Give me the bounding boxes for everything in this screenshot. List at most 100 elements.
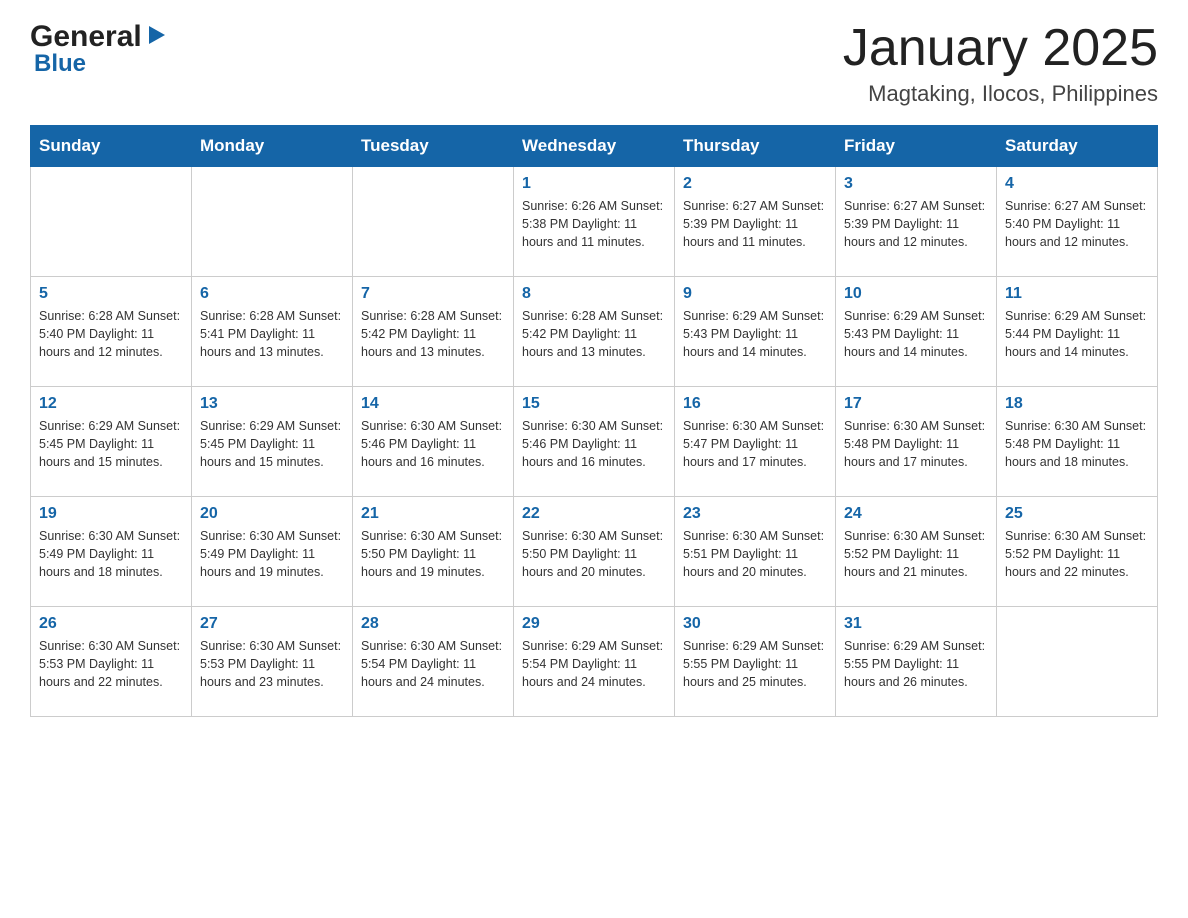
calendar-week-2: 5Sunrise: 6:28 AM Sunset: 5:40 PM Daylig… (31, 277, 1158, 387)
calendar-cell: 16Sunrise: 6:30 AM Sunset: 5:47 PM Dayli… (675, 387, 836, 497)
day-info: Sunrise: 6:30 AM Sunset: 5:46 PM Dayligh… (361, 417, 505, 471)
calendar-cell: 31 Sunrise: 6:29 AM Sunset: 5:55 PM Dayli… (836, 607, 997, 717)
weekday-header-wednesday: Wednesday (514, 126, 675, 167)
day-number: 6 (200, 285, 344, 303)
calendar-cell: 2 Sunrise: 6:27 AM Sunset: 5:39 PM Daylig… (675, 167, 836, 277)
calendar-week-1: 1Sunrise: 6:26 AM Sunset: 5:38 PM Daylig… (31, 167, 1158, 277)
day-info: Sunrise: 6:27 AM Sunset: 5:39 PM Dayligh… (683, 197, 827, 251)
calendar-cell: 26Sunrise: 6:30 AM Sunset: 5:53 PM Dayli… (31, 607, 192, 717)
day-info: Sunrise: 6:28 AM Sunset: 5:42 PM Dayligh… (522, 307, 666, 361)
day-number: 22 (522, 505, 666, 523)
day-info: Sunrise: 6:29 AM Sunset: 5:43 PM Dayligh… (844, 307, 988, 361)
day-number: 20 (200, 505, 344, 523)
day-info: Sunrise: 6:30 AM Sunset: 5:54 PM Dayligh… (361, 637, 505, 691)
calendar-cell: 19 Sunrise: 6:30 AM Sunset: 5:49 PM Dayli… (31, 497, 192, 607)
day-number: 3 (844, 175, 988, 193)
day-number: 29 (522, 615, 666, 633)
calendar-cell: 14 Sunrise: 6:30 AM Sunset: 5:46 PM Dayli… (353, 387, 514, 497)
day-number: 30 (683, 615, 827, 633)
calendar-cell: 12 Sunrise: 6:29 AM Sunset: 5:45 PM Dayli… (31, 387, 192, 497)
calendar-cell: 7 Sunrise: 6:28 AM Sunset: 5:42 PM Daylig… (353, 277, 514, 387)
calendar-cell: 1Sunrise: 6:26 AM Sunset: 5:38 PM Daylig… (514, 167, 675, 277)
day-number: 27 (200, 615, 344, 633)
day-number: 10 (844, 285, 988, 303)
calendar-header-row: SundayMondayTuesdayWednesdayThursdayFrid… (31, 126, 1158, 167)
day-info: Sunrise: 6:30 AM Sunset: 5:48 PM Dayligh… (844, 417, 988, 471)
day-info: Sunrise: 6:28 AM Sunset: 5:42 PM Dayligh… (361, 307, 505, 361)
day-info: Sunrise: 6:30 AM Sunset: 5:50 PM Dayligh… (361, 527, 505, 581)
calendar-week-3: 12 Sunrise: 6:29 AM Sunset: 5:45 PM Dayli… (31, 387, 1158, 497)
calendar-cell (31, 167, 192, 277)
calendar-cell: 30 Sunrise: 6:29 AM Sunset: 5:55 PM Dayli… (675, 607, 836, 717)
month-title: January 2025 (843, 20, 1158, 77)
calendar-cell: 5Sunrise: 6:28 AM Sunset: 5:40 PM Daylig… (31, 277, 192, 387)
calendar-cell: 3 Sunrise: 6:27 AM Sunset: 5:39 PM Daylig… (836, 167, 997, 277)
day-info: Sunrise: 6:30 AM Sunset: 5:52 PM Dayligh… (1005, 527, 1149, 581)
day-info: Sunrise: 6:30 AM Sunset: 5:49 PM Dayligh… (39, 527, 183, 581)
logo-general: General (30, 20, 142, 54)
day-number: 23 (683, 505, 827, 523)
day-number: 9 (683, 285, 827, 303)
day-info: Sunrise: 6:30 AM Sunset: 5:50 PM Dayligh… (522, 527, 666, 581)
calendar-cell: 11Sunrise: 6:29 AM Sunset: 5:44 PM Dayli… (997, 277, 1158, 387)
weekday-header-monday: Monday (192, 126, 353, 167)
calendar-cell: 10 Sunrise: 6:29 AM Sunset: 5:43 PM Dayli… (836, 277, 997, 387)
weekday-header-friday: Friday (836, 126, 997, 167)
day-number: 26 (39, 615, 183, 633)
day-number: 4 (1005, 175, 1149, 193)
calendar-cell: 22 Sunrise: 6:30 AM Sunset: 5:50 PM Dayli… (514, 497, 675, 607)
day-number: 11 (1005, 285, 1149, 303)
day-number: 19 (39, 505, 183, 523)
calendar-cell: 15 Sunrise: 6:30 AM Sunset: 5:46 PM Dayli… (514, 387, 675, 497)
calendar-cell: 18 Sunrise: 6:30 AM Sunset: 5:48 PM Dayli… (997, 387, 1158, 497)
day-number: 7 (361, 285, 505, 303)
day-number: 17 (844, 395, 988, 413)
day-info: Sunrise: 6:27 AM Sunset: 5:39 PM Dayligh… (844, 197, 988, 251)
day-number: 14 (361, 395, 505, 413)
day-info: Sunrise: 6:30 AM Sunset: 5:52 PM Dayligh… (844, 527, 988, 581)
calendar-cell: 21Sunrise: 6:30 AM Sunset: 5:50 PM Dayli… (353, 497, 514, 607)
calendar-cell (353, 167, 514, 277)
day-number: 12 (39, 395, 183, 413)
day-number: 15 (522, 395, 666, 413)
day-info: Sunrise: 6:28 AM Sunset: 5:41 PM Dayligh… (200, 307, 344, 361)
day-info: Sunrise: 6:30 AM Sunset: 5:46 PM Dayligh… (522, 417, 666, 471)
day-info: Sunrise: 6:29 AM Sunset: 5:55 PM Dayligh… (683, 637, 827, 691)
calendar-cell: 27 Sunrise: 6:30 AM Sunset: 5:53 PM Dayli… (192, 607, 353, 717)
calendar-cell: 17 Sunrise: 6:30 AM Sunset: 5:48 PM Dayli… (836, 387, 997, 497)
day-info: Sunrise: 6:30 AM Sunset: 5:51 PM Dayligh… (683, 527, 827, 581)
day-number: 13 (200, 395, 344, 413)
day-info: Sunrise: 6:29 AM Sunset: 5:45 PM Dayligh… (39, 417, 183, 471)
title-block: January 2025 Magtaking, Ilocos, Philippi… (843, 20, 1158, 107)
calendar-cell: 29 Sunrise: 6:29 AM Sunset: 5:54 PM Dayli… (514, 607, 675, 717)
day-info: Sunrise: 6:29 AM Sunset: 5:45 PM Dayligh… (200, 417, 344, 471)
location-title: Magtaking, Ilocos, Philippines (843, 81, 1158, 107)
day-number: 31 (844, 615, 988, 633)
calendar-table: SundayMondayTuesdayWednesdayThursdayFrid… (30, 125, 1158, 717)
day-info: Sunrise: 6:29 AM Sunset: 5:55 PM Dayligh… (844, 637, 988, 691)
day-info: Sunrise: 6:27 AM Sunset: 5:40 PM Dayligh… (1005, 197, 1149, 251)
day-info: Sunrise: 6:30 AM Sunset: 5:48 PM Dayligh… (1005, 417, 1149, 471)
day-number: 25 (1005, 505, 1149, 523)
calendar-cell: 24 Sunrise: 6:30 AM Sunset: 5:52 PM Dayli… (836, 497, 997, 607)
logo-flag-icon (145, 24, 167, 51)
day-info: Sunrise: 6:30 AM Sunset: 5:53 PM Dayligh… (200, 637, 344, 691)
day-number: 8 (522, 285, 666, 303)
weekday-header-thursday: Thursday (675, 126, 836, 167)
calendar-week-4: 19 Sunrise: 6:30 AM Sunset: 5:49 PM Dayli… (31, 497, 1158, 607)
day-number: 5 (39, 285, 183, 303)
day-info: Sunrise: 6:29 AM Sunset: 5:54 PM Dayligh… (522, 637, 666, 691)
weekday-header-saturday: Saturday (997, 126, 1158, 167)
calendar-week-5: 26 Sunrise: 6:30 AM Sunset: 5:53 PM Dayli… (31, 607, 1158, 717)
logo: General Blue (30, 20, 167, 78)
calendar-cell (997, 607, 1158, 717)
day-info: Sunrise: 6:30 AM Sunset: 5:49 PM Dayligh… (200, 527, 344, 581)
day-info: Sunrise: 6:29 AM Sunset: 5:43 PM Dayligh… (683, 307, 827, 361)
day-number: 18 (1005, 395, 1149, 413)
day-number: 24 (844, 505, 988, 523)
weekday-header-sunday: Sunday (31, 126, 192, 167)
day-number: 2 (683, 175, 827, 193)
calendar-cell: 25 Sunrise: 6:30 AM Sunset: 5:52 PM Dayli… (997, 497, 1158, 607)
calendar-cell: 8 Sunrise: 6:28 AM Sunset: 5:42 PM Daylig… (514, 277, 675, 387)
day-number: 1 (522, 175, 666, 193)
